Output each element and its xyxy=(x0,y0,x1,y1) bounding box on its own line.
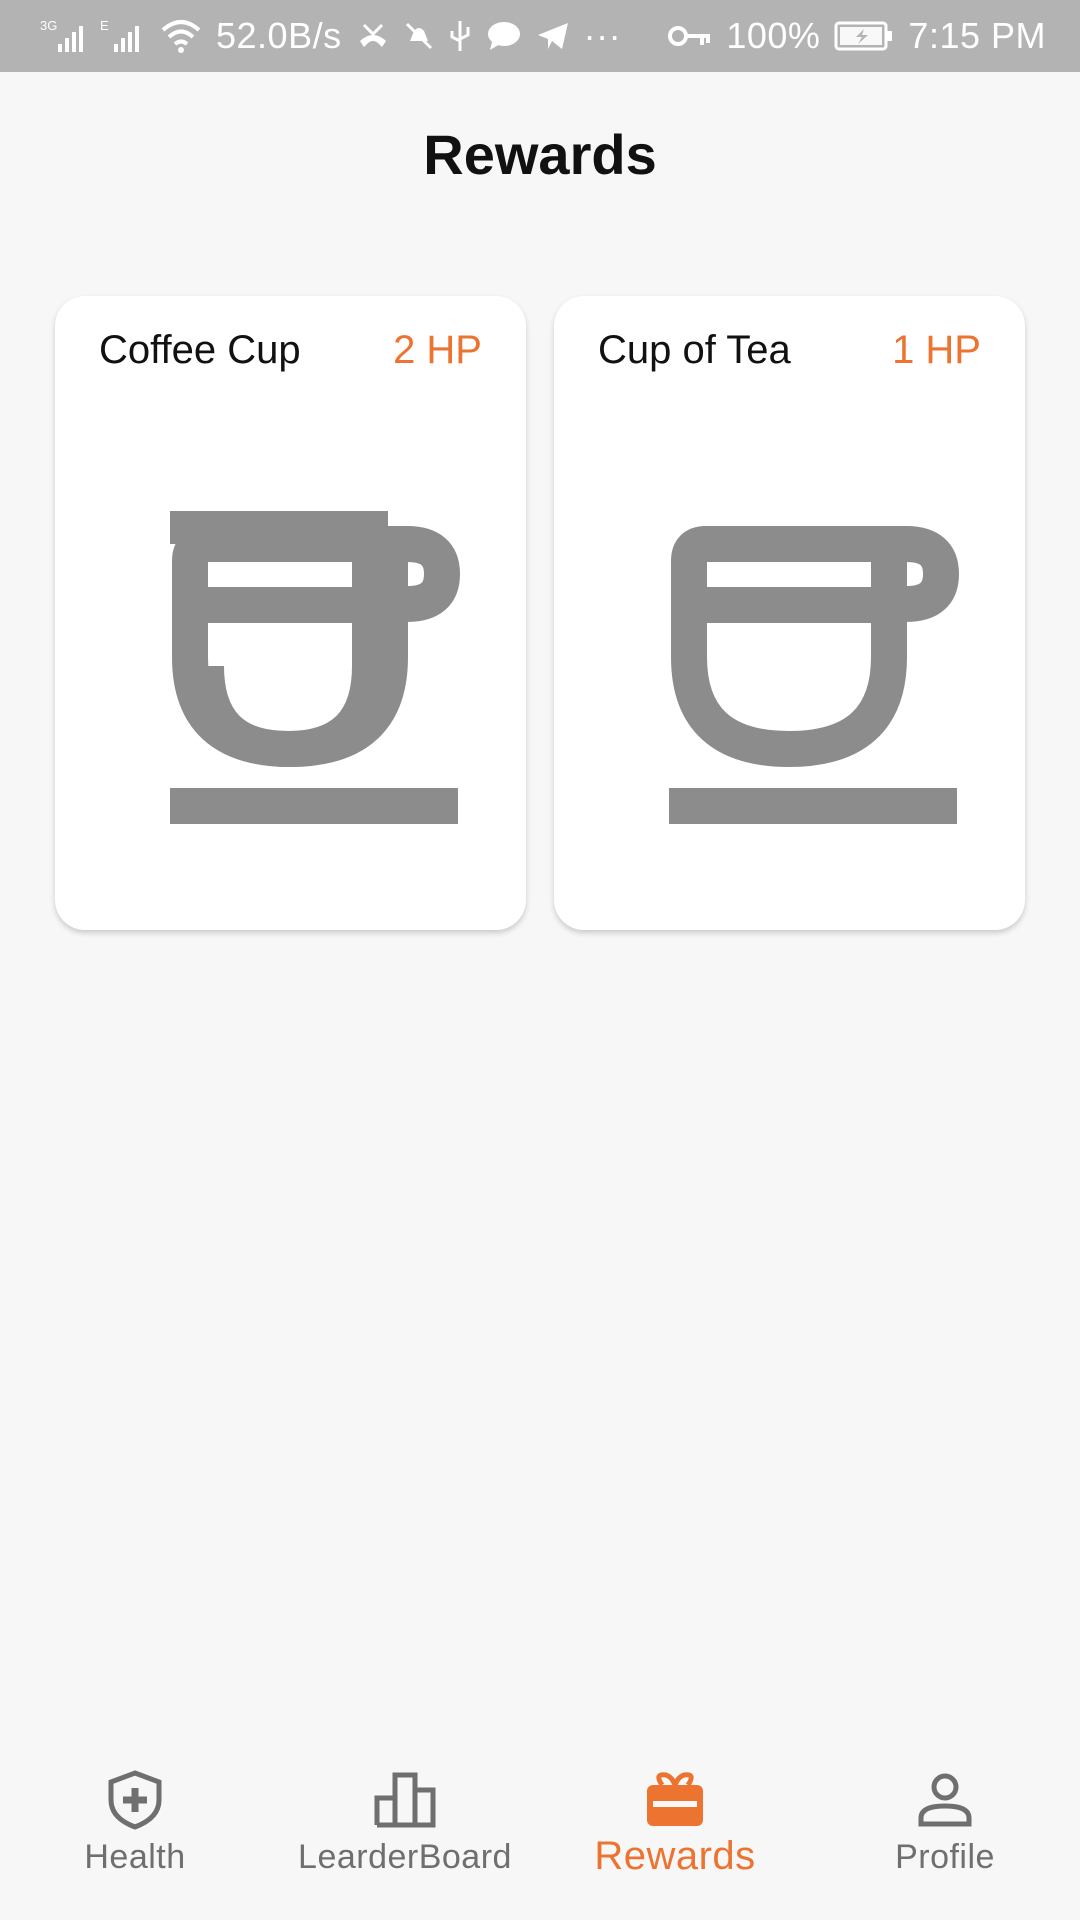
reward-points: 1 HP xyxy=(892,328,981,372)
reward-name: Coffee Cup xyxy=(99,328,301,372)
nav-label: Rewards xyxy=(594,1834,756,1878)
usb-icon xyxy=(448,19,472,53)
coffee-cup-icon xyxy=(170,511,461,824)
signal-e-icon: E xyxy=(100,16,146,56)
nav-label: LearderBoard xyxy=(298,1838,512,1876)
network-1-text: 3G xyxy=(40,18,57,33)
rewards-grid: Coffee Cup 2 HP Cup of Tea 1 HP xyxy=(55,296,1025,930)
nav-item-health[interactable]: Health xyxy=(0,1754,270,1920)
signal-3g-icon: 3G xyxy=(40,16,86,56)
clock: 7:15 PM xyxy=(908,15,1046,56)
vpn-key-icon xyxy=(668,23,712,49)
nav-label: Health xyxy=(84,1838,186,1876)
page-title: Rewards xyxy=(423,123,657,186)
shield-plus-icon xyxy=(103,1768,167,1832)
bottom-nav: Health LearderBoard Rewards Profile xyxy=(0,1754,1080,1920)
nav-item-rewards[interactable]: Rewards xyxy=(540,1754,810,1920)
battery-charging-icon xyxy=(834,20,894,52)
status-left: 3G E 52.0B/s ··· xyxy=(40,15,621,57)
gift-icon xyxy=(643,1768,707,1832)
status-bar: 3G E 52.0B/s ··· 100% 7:15 PM xyxy=(0,0,1080,72)
wifi-icon xyxy=(160,18,202,54)
network-2-text: E xyxy=(100,18,109,33)
person-icon xyxy=(913,1768,977,1832)
telegram-icon xyxy=(536,21,570,51)
mute-icon xyxy=(404,21,434,51)
nav-item-profile[interactable]: Profile xyxy=(810,1754,1080,1920)
missed-call-icon xyxy=(356,21,390,51)
tea-cup-icon xyxy=(669,526,960,824)
status-right: 100% 7:15 PM xyxy=(668,15,1046,57)
nav-label: Profile xyxy=(895,1838,995,1876)
battery-percent: 100% xyxy=(726,15,821,56)
more-notifications: ··· xyxy=(583,15,622,56)
network-speed: 52.0B/s xyxy=(216,15,342,56)
reward-card-coffee-cup[interactable]: Coffee Cup 2 HP xyxy=(55,296,526,930)
leaderboard-icon xyxy=(373,1768,437,1832)
reward-card-cup-of-tea[interactable]: Cup of Tea 1 HP xyxy=(554,296,1025,930)
nav-item-leaderboard[interactable]: LearderBoard xyxy=(270,1754,540,1920)
reward-name: Cup of Tea xyxy=(598,328,791,372)
message-icon xyxy=(486,20,522,52)
reward-points: 2 HP xyxy=(393,328,482,372)
